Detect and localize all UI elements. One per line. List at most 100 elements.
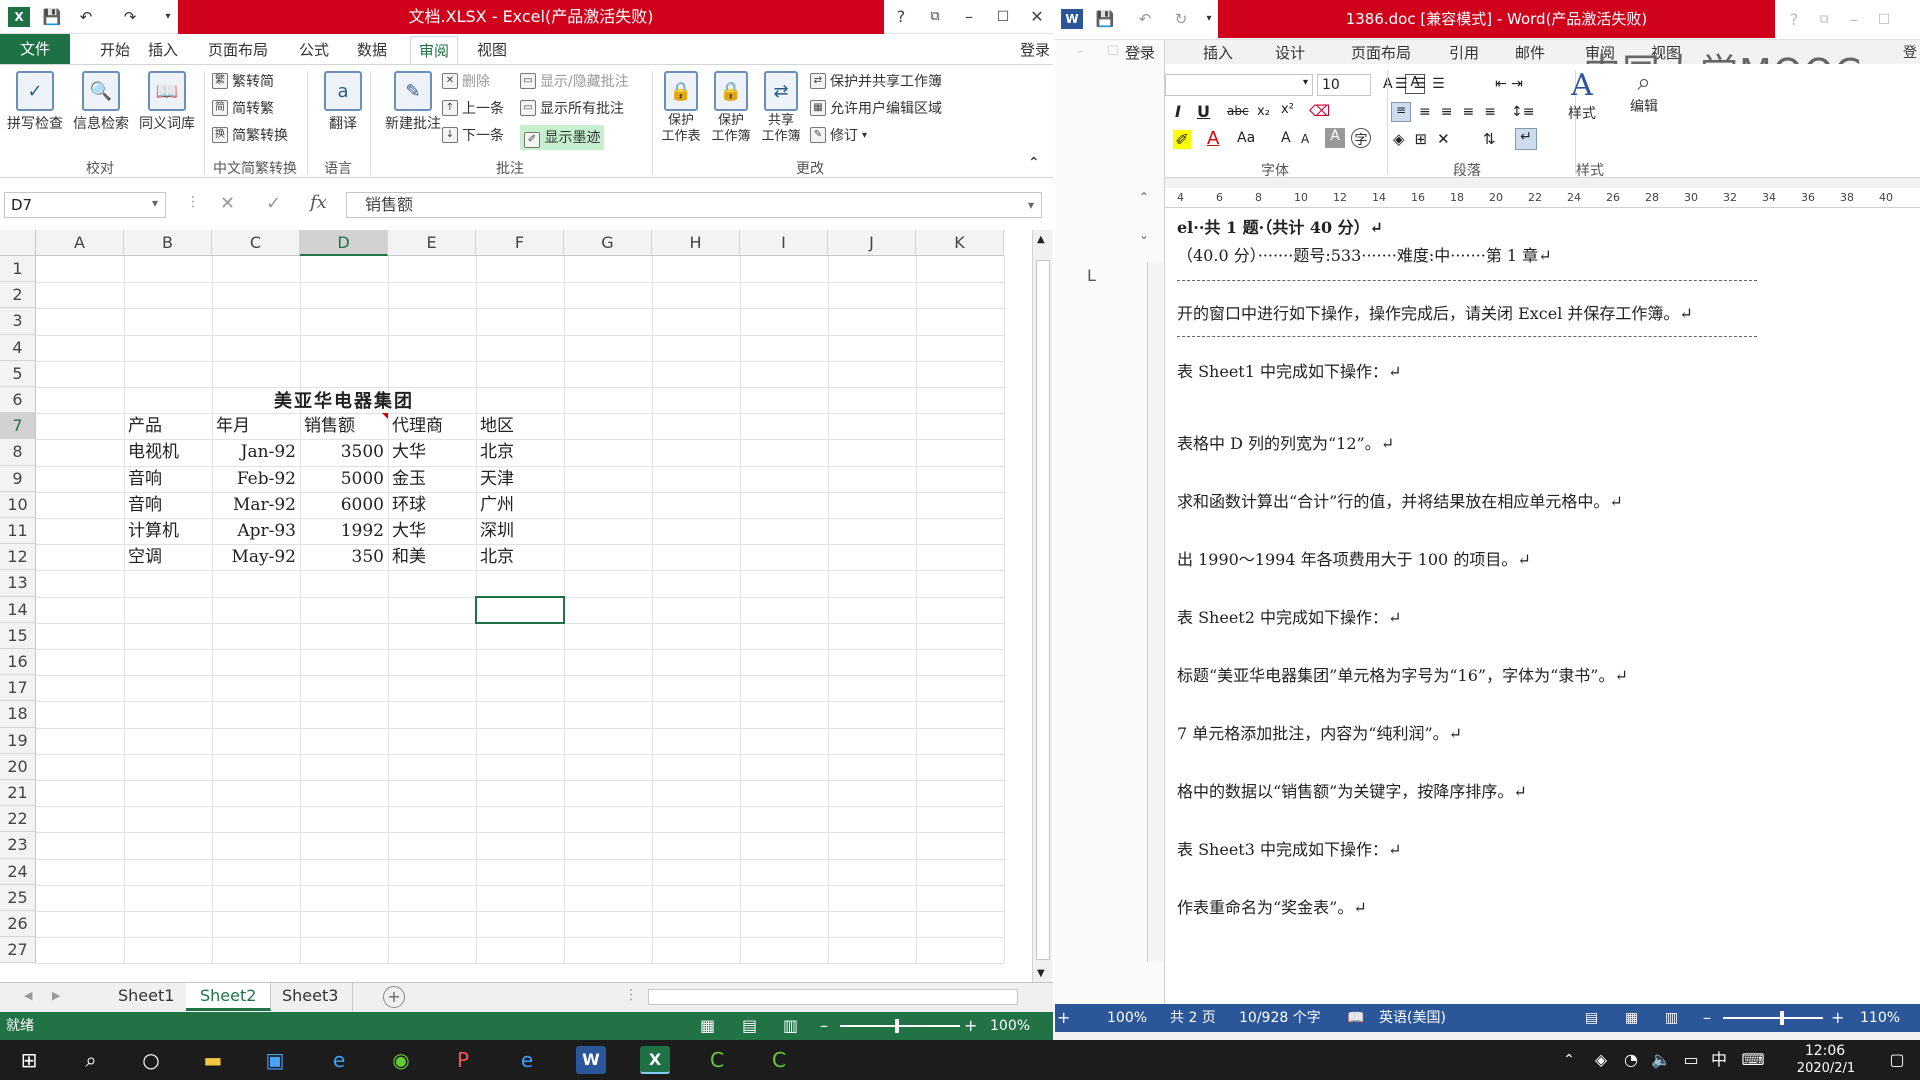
next-comment-button[interactable]: ↓ 下一条 bbox=[442, 125, 504, 145]
nav-zoom-level[interactable]: 100% bbox=[1107, 1004, 1147, 1032]
change-case-icon[interactable]: Aa bbox=[1237, 130, 1255, 146]
print-layout-icon[interactable]: ▦ bbox=[1625, 1004, 1638, 1032]
column-header[interactable]: J bbox=[828, 230, 916, 256]
start-icon[interactable]: ⊞ bbox=[14, 1046, 44, 1074]
research-button[interactable]: 🔍 信息检索 bbox=[70, 67, 132, 133]
table-cell[interactable]: 音响 bbox=[124, 466, 212, 492]
restore-icon[interactable]: ☐ bbox=[1107, 44, 1119, 59]
row-header[interactable]: 17 bbox=[0, 675, 36, 702]
table-cell[interactable]: 空调 bbox=[124, 544, 212, 570]
minimize-icon[interactable]: – bbox=[958, 6, 980, 28]
selected-cell[interactable] bbox=[475, 595, 565, 624]
maximize-icon[interactable]: ☐ bbox=[1873, 9, 1895, 31]
battery-icon[interactable]: ▭ bbox=[1676, 1046, 1706, 1074]
column-header[interactable]: A bbox=[36, 230, 124, 256]
spell-check-button[interactable]: ✓ 拼写检查 bbox=[4, 67, 66, 133]
table-cell[interactable]: 大华 bbox=[388, 518, 476, 544]
row-header[interactable]: 5 bbox=[0, 360, 36, 387]
formula-input[interactable]: 销售额 bbox=[346, 192, 1042, 218]
show-all-comments-button[interactable]: ▭ 显示所有批注 bbox=[520, 98, 624, 118]
row-header[interactable]: 22 bbox=[0, 806, 36, 833]
store-icon[interactable]: ▣ bbox=[260, 1046, 290, 1074]
document-line[interactable]: 标题“美亚华电器集团”单元格为字号为“16”，字体为“隶书”。↵ bbox=[1177, 662, 1628, 686]
tab-home[interactable]: 开始 bbox=[100, 39, 130, 60]
document-line[interactable]: 开的窗口中进行如下操作，操作完成后，请关闭 Excel 并保存工作簿。↵ bbox=[1177, 300, 1693, 324]
prev-comment-button[interactable]: ↑ 上一条 bbox=[442, 98, 504, 118]
column-header[interactable]: E bbox=[388, 230, 476, 256]
column-header[interactable]: C bbox=[212, 230, 300, 256]
new-comment-button[interactable]: ✎ 新建批注 bbox=[374, 67, 452, 133]
document-line[interactable]: 表 Sheet1 中完成如下操作：↵ bbox=[1177, 358, 1401, 382]
sheet-tab-sheet3[interactable]: Sheet3 bbox=[268, 983, 354, 1011]
excel-taskbar-icon[interactable]: X bbox=[640, 1046, 670, 1074]
t2s-button[interactable]: 繁繁转简 bbox=[212, 71, 274, 91]
superscript-icon[interactable]: x² bbox=[1281, 102, 1294, 117]
table-cell[interactable]: 1992 bbox=[300, 518, 388, 544]
strikethrough-icon[interactable]: abc bbox=[1227, 104, 1249, 118]
table-cell[interactable]: 北京 bbox=[476, 544, 564, 570]
table-cell[interactable]: 音响 bbox=[124, 492, 212, 518]
sheet-tab-sheet1[interactable]: Sheet1 bbox=[104, 983, 190, 1011]
tab-references[interactable]: 引用 bbox=[1449, 42, 1479, 63]
proofing-icon[interactable]: 📖 bbox=[1347, 1004, 1364, 1032]
row-header[interactable]: 26 bbox=[0, 911, 36, 938]
minimize-icon[interactable]: – bbox=[1077, 44, 1084, 59]
styles-button[interactable]: A 样式 bbox=[1557, 68, 1607, 123]
table-cell[interactable]: May-92 bbox=[212, 544, 300, 570]
browser-icon[interactable]: ◉ bbox=[386, 1046, 416, 1074]
table-header-cell[interactable]: 产品 bbox=[124, 413, 212, 439]
vertical-scrollbar[interactable]: ▲ ▼ bbox=[1032, 230, 1052, 985]
column-header[interactable]: F bbox=[476, 230, 564, 256]
table-cell[interactable]: 环球 bbox=[388, 492, 476, 518]
tab-file[interactable]: 文件 bbox=[0, 34, 70, 64]
tab-page-layout[interactable]: 页面布局 bbox=[1351, 42, 1411, 63]
ribbon-display-icon[interactable]: ⧉ bbox=[1813, 9, 1835, 31]
table-cell[interactable]: 3500 bbox=[300, 439, 388, 465]
table-title[interactable]: 美亚华电器集团 bbox=[124, 389, 564, 415]
search-icon[interactable]: ⌕ bbox=[76, 1046, 106, 1074]
page-layout-icon[interactable]: ▤ bbox=[742, 1012, 757, 1040]
column-header[interactable]: B bbox=[124, 230, 212, 256]
clock-date[interactable]: 2020/2/1 bbox=[1784, 1061, 1868, 1076]
scroll-up-icon[interactable]: ▲ bbox=[1037, 234, 1045, 245]
table-cell[interactable]: 大华 bbox=[388, 439, 476, 465]
undo-icon[interactable]: ↶ bbox=[1135, 10, 1155, 28]
row-header[interactable]: 3 bbox=[0, 308, 36, 335]
table-cell[interactable]: Jan-92 bbox=[212, 439, 300, 465]
document-line[interactable]: 出 1990～1994 年各项费用大于 100 的项目。↵ bbox=[1177, 546, 1531, 570]
volume-icon[interactable]: 🔈 bbox=[1646, 1046, 1676, 1074]
show-marks-icon[interactable]: ↵ bbox=[1515, 128, 1537, 150]
show-ink-button[interactable]: ✐ 显示墨迹 bbox=[520, 125, 605, 150]
alignment-icons[interactable]: ≡≡≡≡ bbox=[1419, 104, 1506, 120]
file-explorer-icon[interactable]: ▬ bbox=[198, 1046, 228, 1074]
enter-icon[interactable]: ✓ bbox=[266, 193, 281, 214]
keyboard-icon[interactable]: ⌨ bbox=[1738, 1046, 1768, 1074]
ribbon-display-icon[interactable]: ⧉ bbox=[924, 6, 946, 28]
tab-insert[interactable]: 插入 bbox=[148, 39, 178, 60]
save-icon[interactable]: 💾 bbox=[1095, 10, 1115, 28]
insert-function-icon[interactable]: fx bbox=[310, 192, 327, 213]
name-box-chevron-icon[interactable]: ▾ bbox=[152, 196, 158, 210]
highlight-icon[interactable]: ✐ bbox=[1173, 130, 1191, 149]
table-cell[interactable]: 北京 bbox=[476, 439, 564, 465]
font-name-input[interactable]: ▾ bbox=[1165, 74, 1313, 96]
collapse-ribbon-icon[interactable]: ⌃ bbox=[1028, 155, 1040, 171]
horizontal-ruler[interactable]: 4 6 8 10 12 14 16 18 20 22 24 26 28 30 32 34 36 38 40 bbox=[1165, 188, 1920, 208]
help-icon[interactable]: ? bbox=[1783, 9, 1805, 31]
column-header[interactable]: K bbox=[916, 230, 1004, 256]
table-cell[interactable]: 5000 bbox=[300, 466, 388, 492]
document-line[interactable]: 表 Sheet2 中完成如下操作：↵ bbox=[1177, 604, 1401, 628]
row-header[interactable]: 9 bbox=[0, 465, 36, 492]
row-header[interactable]: 12 bbox=[0, 544, 36, 571]
allow-edit-ranges-button[interactable]: ▦ 允许用户编辑区域 bbox=[810, 98, 942, 118]
document-line[interactable]: 作表重命名为“奖金表”。↵ bbox=[1177, 894, 1367, 918]
tab-formulas[interactable]: 公式 bbox=[299, 39, 329, 60]
select-all-button[interactable] bbox=[0, 230, 36, 256]
close-icon[interactable]: ✕ bbox=[1026, 6, 1048, 28]
network-icon[interactable]: ◔ bbox=[1616, 1046, 1646, 1074]
document-page[interactable]: el··共 1 题·（共计 40 分）↵ （40.0 分）·······题号:53… bbox=[1165, 208, 1920, 1004]
login-link[interactable]: 登录 bbox=[1125, 42, 1155, 63]
name-box[interactable]: D7 bbox=[4, 192, 166, 218]
enclose-char-icon[interactable]: 字 bbox=[1351, 128, 1371, 148]
table-cell[interactable]: 350 bbox=[300, 544, 388, 570]
